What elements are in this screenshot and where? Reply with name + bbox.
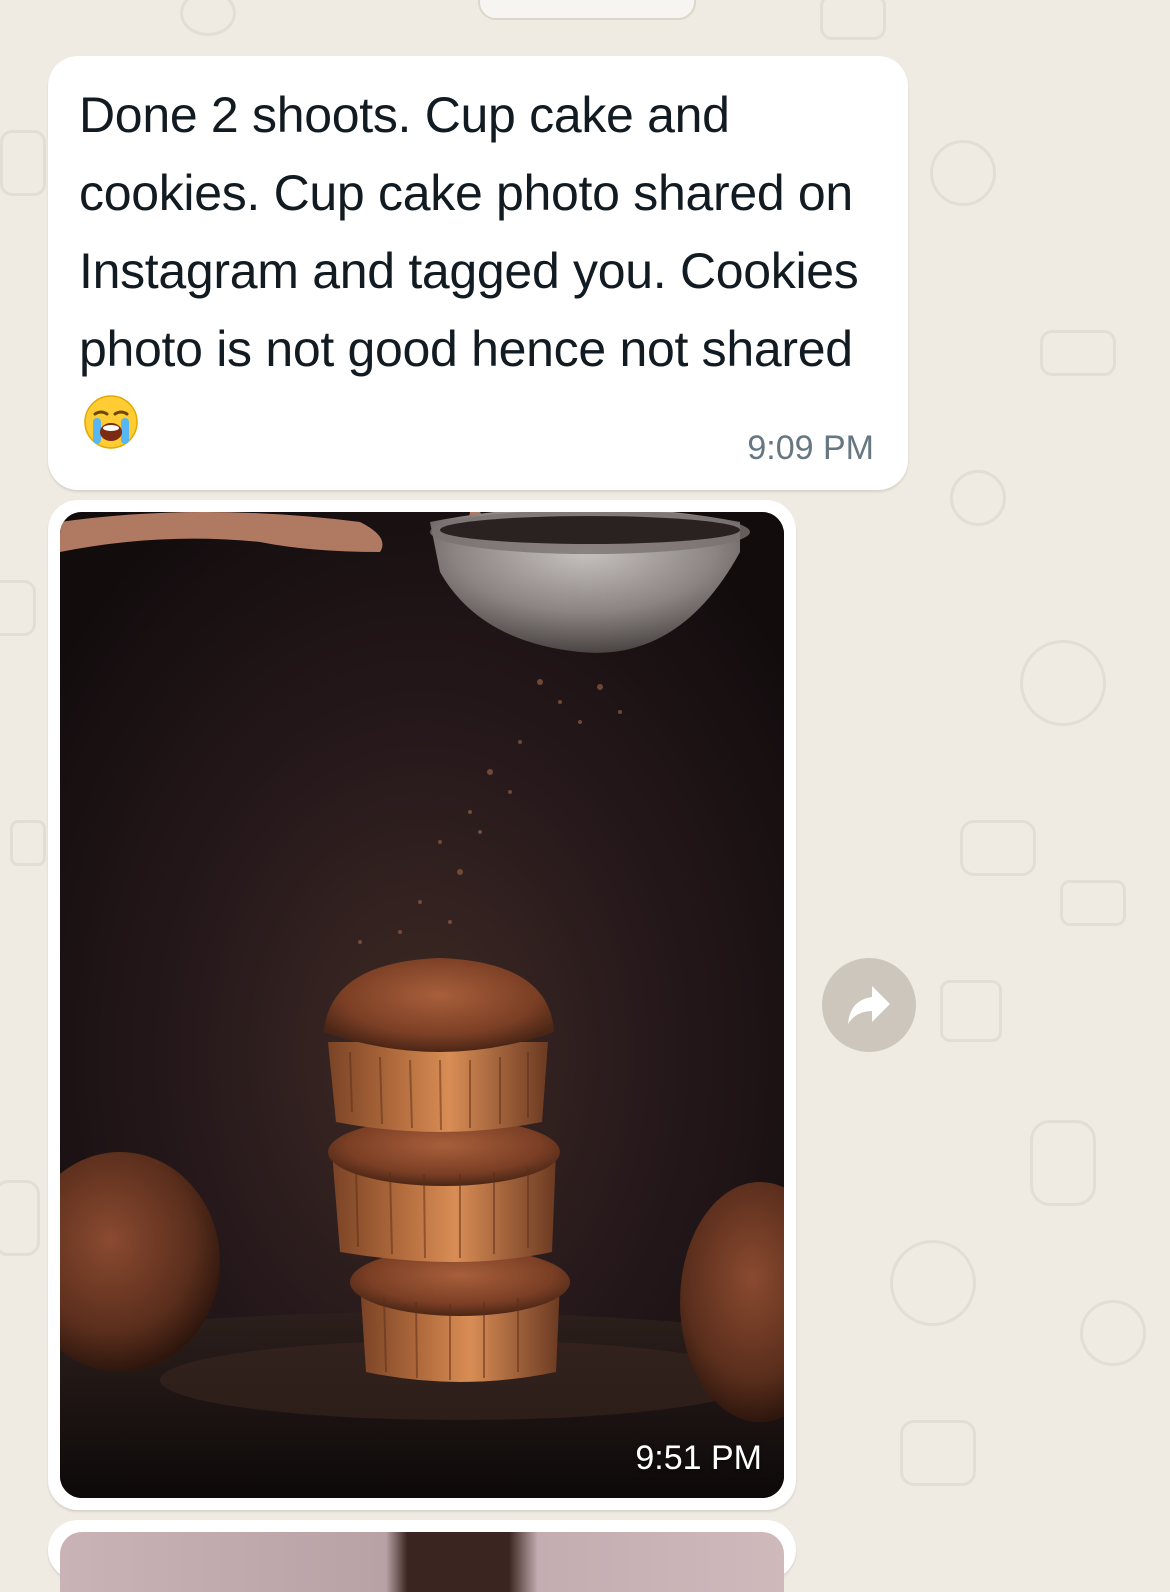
message-body: Done 2 shoots. Cup cake and cookies. Cup… bbox=[79, 87, 859, 377]
wallpaper-doodle bbox=[0, 580, 36, 636]
wallpaper-doodle bbox=[820, 0, 886, 40]
wallpaper-doodle bbox=[960, 820, 1036, 876]
message-bubble[interactable]: Done 2 shoots. Cup cake and cookies. Cup… bbox=[48, 56, 908, 490]
wallpaper-doodle bbox=[900, 1420, 976, 1486]
cupcake-photo[interactable]: 9:51 PM bbox=[60, 512, 784, 1498]
date-separator-pill bbox=[478, 0, 696, 20]
wallpaper-doodle bbox=[950, 470, 1006, 526]
wallpaper-doodle bbox=[940, 980, 1002, 1042]
image-timestamp: 9:51 PM bbox=[635, 1439, 762, 1477]
forward-arrow-icon bbox=[848, 986, 890, 1024]
wallpaper-doodle bbox=[1080, 1300, 1146, 1366]
wallpaper-doodle bbox=[890, 1240, 976, 1326]
image-message-bubble[interactable]: 9:51 PM bbox=[48, 500, 796, 1510]
loudly-crying-face-icon bbox=[83, 394, 139, 450]
wallpaper-doodle bbox=[1060, 880, 1126, 926]
wallpaper-doodle bbox=[1020, 640, 1106, 726]
wallpaper-doodle bbox=[0, 1180, 40, 1256]
wallpaper-doodle bbox=[1040, 330, 1116, 376]
message-text: Done 2 shoots. Cup cake and cookies. Cup… bbox=[79, 76, 869, 466]
next-photo-preview[interactable] bbox=[60, 1532, 784, 1592]
wallpaper-doodle bbox=[10, 820, 46, 866]
wallpaper-doodle bbox=[1030, 1120, 1096, 1206]
forward-button[interactable] bbox=[822, 958, 916, 1052]
wallpaper-doodle bbox=[930, 140, 996, 206]
next-image-message-bubble[interactable] bbox=[48, 1520, 796, 1592]
wallpaper-doodle bbox=[180, 0, 236, 36]
message-timestamp: 9:09 PM bbox=[747, 429, 874, 467]
wallpaper-doodle bbox=[0, 130, 46, 196]
